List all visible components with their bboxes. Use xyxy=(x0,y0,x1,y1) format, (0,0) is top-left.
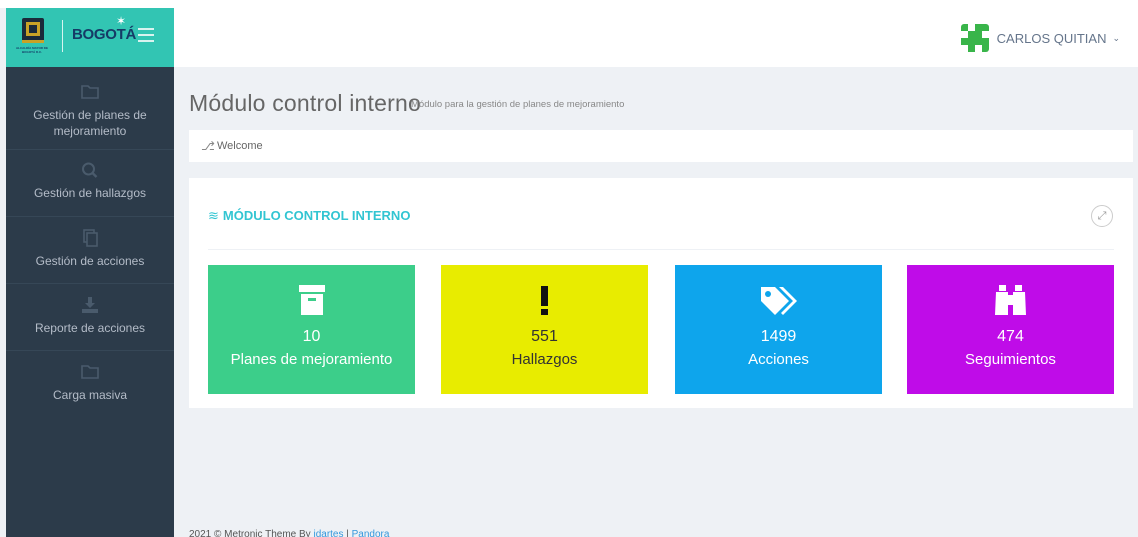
logo-divider xyxy=(62,20,63,52)
sidebar-item-label: Gestión de acciones xyxy=(35,254,145,268)
sidebar-item-reporte[interactable]: Reporte de acciones xyxy=(6,296,174,336)
logo-text: BOGOTÁ xyxy=(72,26,137,43)
sidebar-item-carga[interactable]: Carga masiva xyxy=(6,363,174,403)
footer: 2021 © Metronic Theme By idartes | Pando… xyxy=(189,529,389,537)
download-icon xyxy=(82,297,98,313)
user-menu[interactable]: CARLOS QUITIAN ⌄ xyxy=(960,24,1120,52)
tile-label: Planes de mejoramiento xyxy=(230,351,393,368)
tile-label: Seguimientos xyxy=(965,351,1056,368)
tile-number: 474 xyxy=(997,328,1024,345)
portlet-title: ≋ MÓDULO CONTROL INTERNO xyxy=(208,208,410,224)
sidebar-item-label: Gestión de hallazgos xyxy=(33,186,147,200)
tile-seguimientos[interactable]: 474 Seguimientos xyxy=(907,265,1114,394)
sidebar-divider xyxy=(6,216,174,217)
tile-label: Acciones xyxy=(748,351,809,368)
exclamation-icon xyxy=(541,286,548,315)
crest-logo-icon xyxy=(22,18,44,43)
folder-icon xyxy=(81,85,99,99)
footer-separator: | xyxy=(343,529,352,537)
portlet-divider xyxy=(208,249,1114,250)
footer-link-pandora[interactable]: Pandora xyxy=(352,529,390,537)
sidebar-item-label: Gestión de planes de mejoramiento xyxy=(33,108,147,138)
archive-icon xyxy=(299,285,325,315)
breadcrumb: ⎇ Welcome xyxy=(189,130,1133,162)
menu-toggle-button[interactable] xyxy=(138,28,154,42)
tile-hallazgos[interactable]: 551 Hallazgos xyxy=(441,265,648,394)
sitemap-icon: ⎇ xyxy=(201,139,215,153)
star-icon: ✶ xyxy=(116,14,127,28)
portlet-title-text: MÓDULO CONTROL INTERNO xyxy=(222,208,411,223)
chevron-down-icon: ⌄ xyxy=(1112,32,1120,43)
sidebar-divider xyxy=(6,350,174,351)
tags-icon xyxy=(761,287,797,315)
sidebar: Gestión de planes de mejoramiento Gestió… xyxy=(6,67,174,537)
page-subtitle: Módulo para la gestión de planes de mejo… xyxy=(411,99,625,110)
tile-planes[interactable]: 10 Planes de mejoramiento xyxy=(208,265,415,394)
sidebar-divider xyxy=(6,149,174,150)
tile-number: 10 xyxy=(302,328,321,345)
sidebar-item-label: Carga masiva xyxy=(52,388,128,402)
binoculars-icon xyxy=(995,285,1026,315)
sidebar-item-label: Reporte de acciones xyxy=(34,321,146,335)
footer-link-idartes[interactable]: idartes xyxy=(313,529,343,537)
folder-icon xyxy=(81,365,99,379)
copy-icon xyxy=(83,229,98,247)
layers-icon: ≋ xyxy=(208,208,219,223)
page-title: Módulo control interno xyxy=(189,90,421,116)
sidebar-item-acciones[interactable]: Gestión de acciones xyxy=(6,229,174,269)
user-name: CARLOS QUITIAN xyxy=(996,30,1107,46)
sidebar-item-planes[interactable]: Gestión de planes de mejoramiento xyxy=(6,83,174,139)
breadcrumb-welcome-link[interactable]: Welcome xyxy=(217,140,263,152)
footer-text: 2021 © Metronic Theme By xyxy=(189,529,314,537)
sidebar-item-hallazgos[interactable]: Gestión de hallazgos xyxy=(6,161,174,201)
search-icon xyxy=(82,162,98,178)
logo-area[interactable]: ALCALDÍA MAYOR DE BOGOTÁ D.C. BOGOTÁ ✶ xyxy=(6,8,174,67)
logo-caption: ALCALDÍA MAYOR DE BOGOTÁ D.C. xyxy=(16,46,48,54)
tile-acciones[interactable]: 1499 Acciones xyxy=(675,265,882,394)
tile-number: 1499 xyxy=(760,328,797,345)
avatar xyxy=(960,24,989,52)
dashboard-portlet: ≋ MÓDULO CONTROL INTERNO ⤢ 10 Planes de m… xyxy=(189,178,1133,408)
tile-label: Hallazgos xyxy=(511,351,578,368)
tile-number: 551 xyxy=(531,328,558,345)
sidebar-divider xyxy=(6,283,174,284)
top-header: CARLOS QUITIAN ⌄ xyxy=(174,8,1138,67)
fullscreen-icon[interactable]: ⤢ xyxy=(1091,205,1113,227)
top-strip xyxy=(0,0,1138,8)
